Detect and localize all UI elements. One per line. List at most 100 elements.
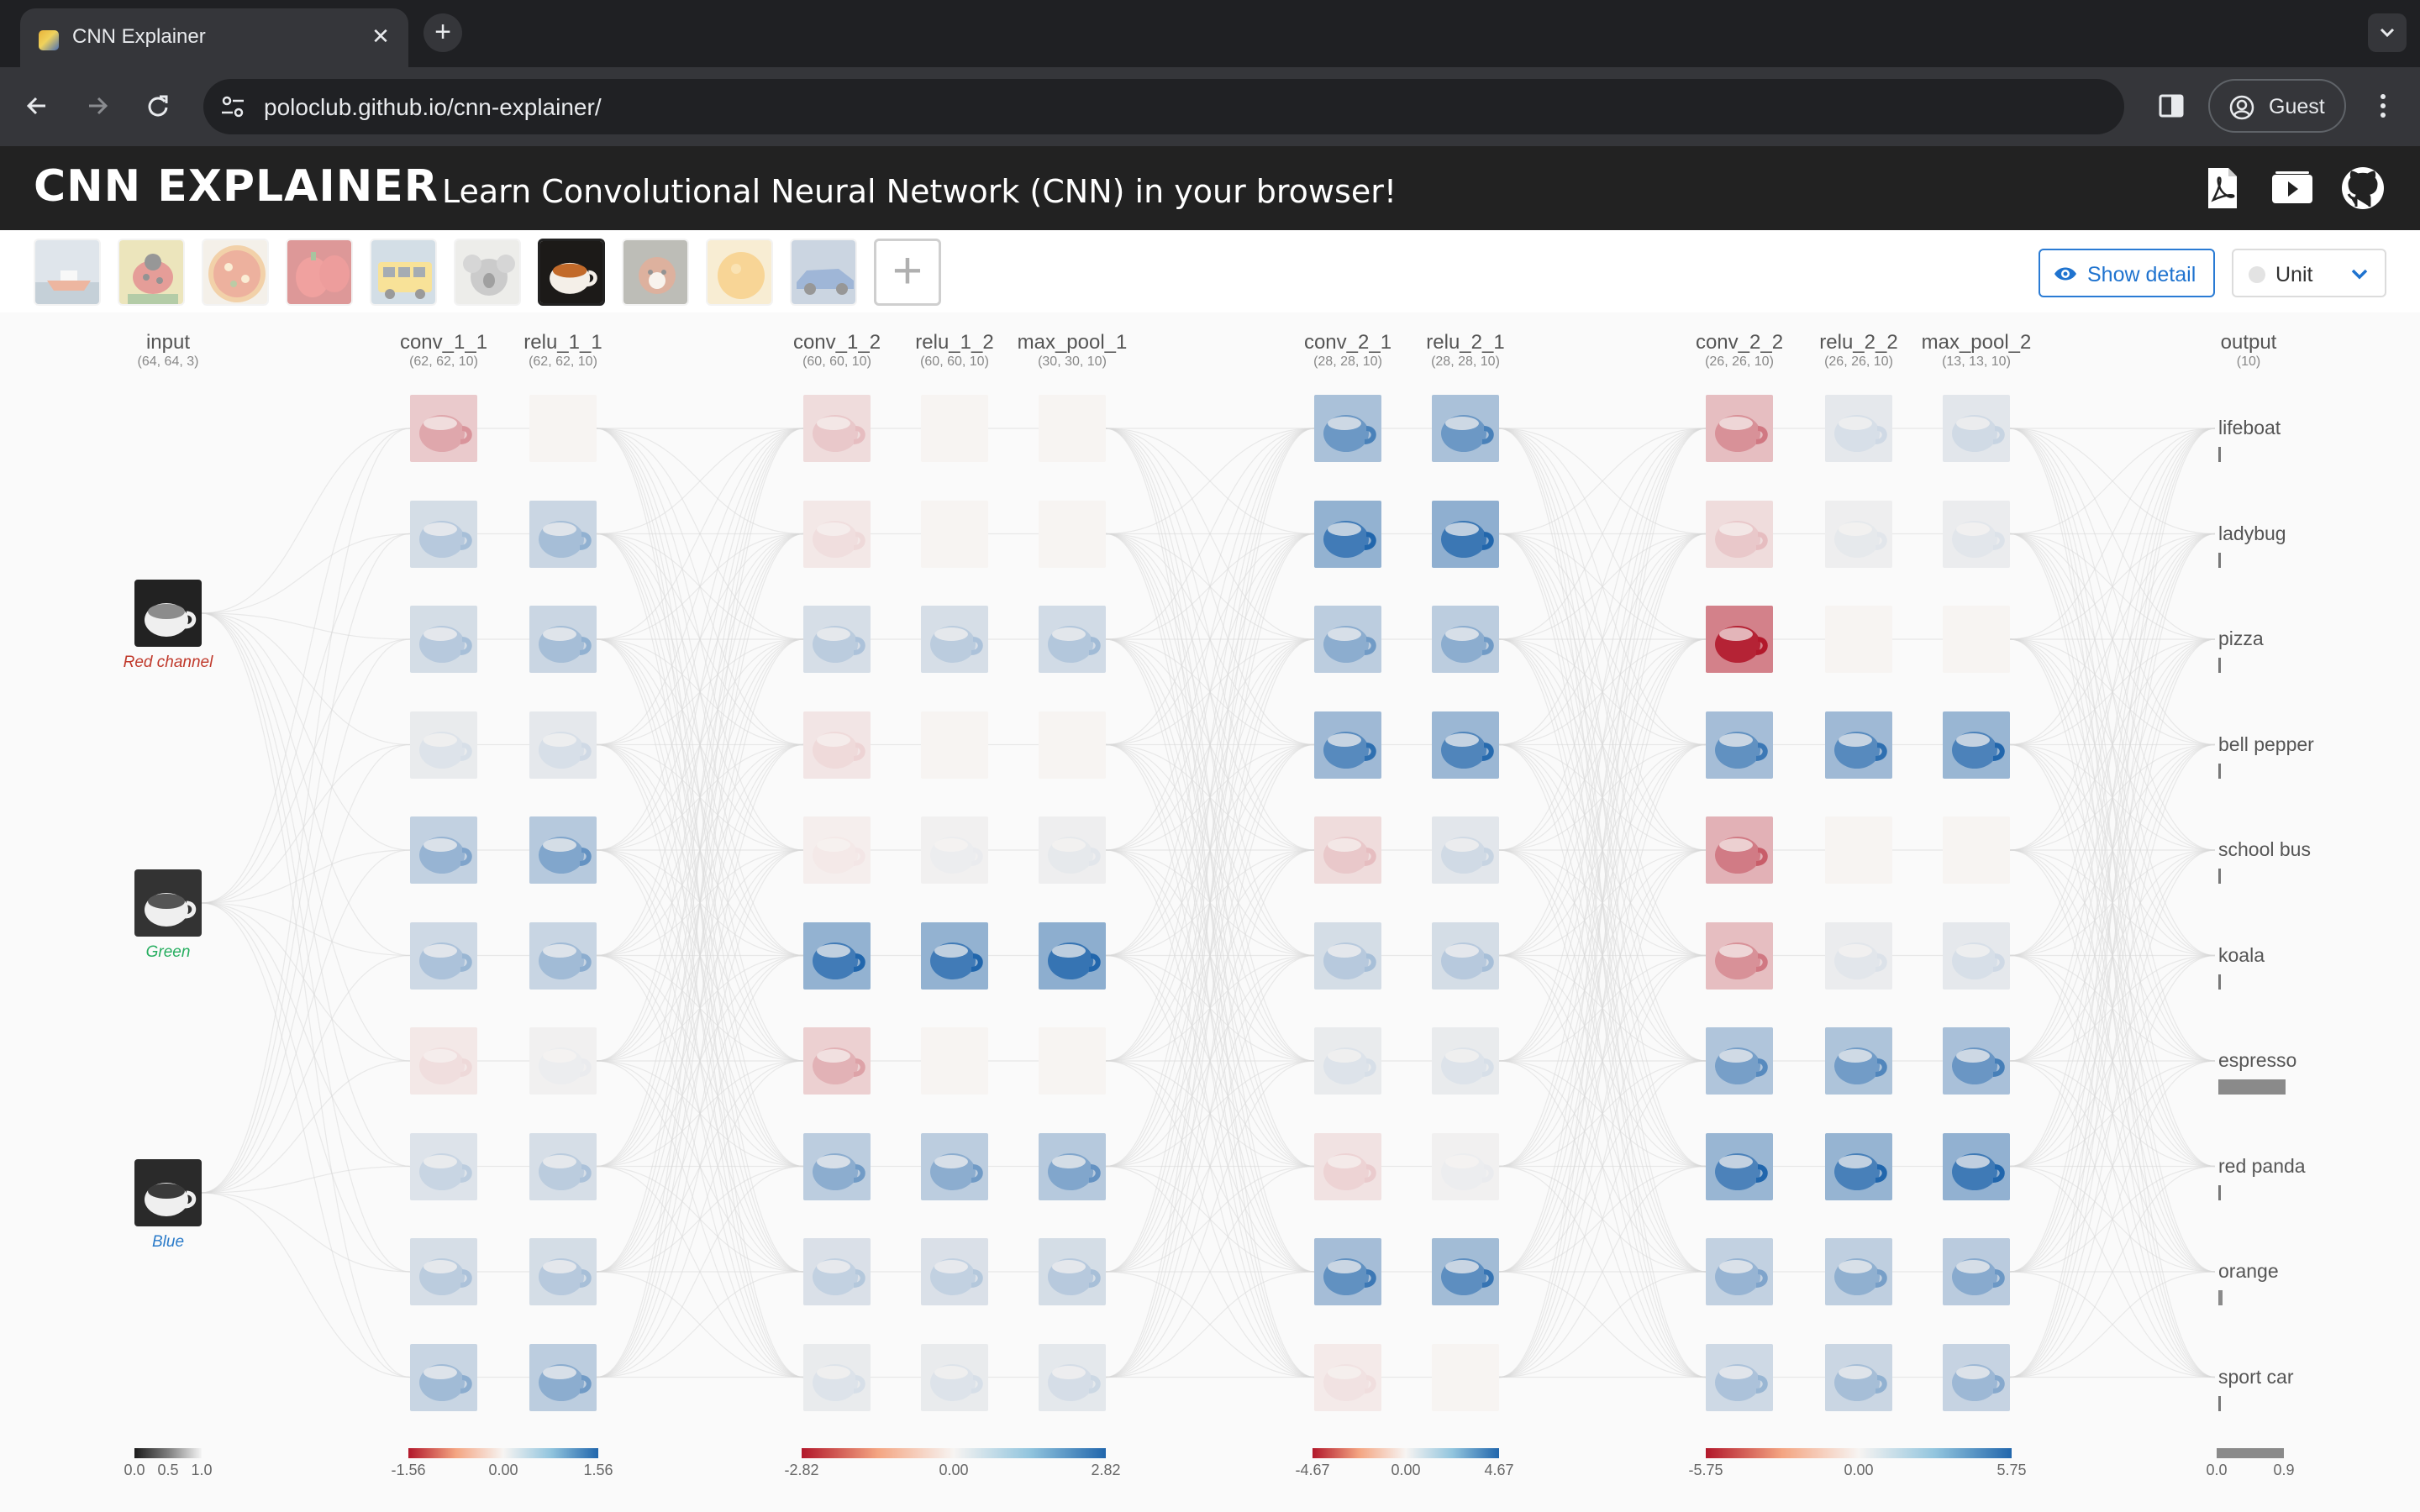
feature-map-node[interactable] [1706, 606, 1773, 673]
feature-map-node[interactable] [529, 1132, 597, 1200]
feature-map-node[interactable] [1943, 500, 2010, 568]
layer-title[interactable]: input [84, 331, 252, 354]
feature-map-node[interactable] [410, 921, 477, 990]
address-bar[interactable]: poloclub.github.io/cnn-explainer/ [203, 79, 2124, 134]
example-image-sport-car[interactable] [790, 239, 857, 306]
feature-map-node[interactable] [1706, 1343, 1773, 1411]
feature-map-node[interactable] [803, 816, 871, 884]
input-channel-node[interactable] [134, 580, 202, 647]
feature-map-node[interactable] [1706, 1132, 1773, 1200]
feature-map-node[interactable] [921, 606, 988, 673]
feature-map-node[interactable] [803, 606, 871, 673]
feature-map-node[interactable] [1432, 921, 1499, 990]
feature-map-node[interactable] [1706, 500, 1773, 568]
feature-map-node[interactable] [921, 816, 988, 884]
feature-map-node[interactable] [410, 816, 477, 884]
feature-map-node[interactable] [410, 1132, 477, 1200]
feature-map-node[interactable] [1039, 921, 1106, 990]
feature-map-node[interactable] [1432, 500, 1499, 568]
feature-map-node[interactable] [1039, 816, 1106, 884]
layer-title[interactable]: max_pool_1 [988, 331, 1156, 354]
feature-map-node[interactable] [1039, 1132, 1106, 1200]
feature-map-node[interactable] [803, 1238, 871, 1305]
profile-button[interactable]: Guest [2208, 79, 2346, 133]
feature-map-node[interactable] [1943, 1132, 2010, 1200]
browser-tab[interactable]: CNN Explainer ✕ [20, 8, 408, 67]
feature-map-node[interactable] [410, 395, 477, 462]
feature-map-node[interactable] [1825, 606, 1892, 673]
output-class-label[interactable]: lifeboat [2218, 417, 2281, 439]
feature-map-node[interactable] [529, 606, 597, 673]
feature-map-node[interactable] [1825, 921, 1892, 990]
feature-map-node[interactable] [1943, 816, 2010, 884]
site-info-icon[interactable] [218, 92, 247, 121]
feature-map-node[interactable] [1432, 395, 1499, 462]
feature-map-node[interactable] [1706, 816, 1773, 884]
unit-select[interactable]: Unit [2232, 249, 2386, 297]
output-class-label[interactable]: pizza [2218, 627, 2264, 650]
feature-map-node[interactable] [1314, 1343, 1381, 1411]
feature-map-node[interactable] [1314, 1132, 1381, 1200]
feature-map-node[interactable] [1825, 500, 1892, 568]
output-class-label[interactable]: koala [2218, 944, 2265, 967]
output-class-label[interactable]: bell pepper [2218, 733, 2314, 756]
new-tab-button[interactable]: + [424, 13, 462, 52]
feature-map-node[interactable] [1943, 711, 2010, 779]
output-class-label[interactable]: school bus [2218, 838, 2311, 861]
feature-map-node[interactable] [1432, 711, 1499, 779]
output-class-label[interactable]: espresso [2218, 1049, 2296, 1072]
feature-map-node[interactable] [1314, 921, 1381, 990]
side-panel-button[interactable] [2151, 86, 2191, 126]
github-icon[interactable] [2339, 165, 2386, 212]
feature-map-node[interactable] [921, 711, 988, 779]
feature-map-node[interactable] [921, 500, 988, 568]
feature-map-node[interactable] [1706, 1238, 1773, 1305]
feature-map-node[interactable] [921, 1238, 988, 1305]
feature-map-node[interactable] [1706, 711, 1773, 779]
feature-map-node[interactable] [529, 921, 597, 990]
input-channel-node[interactable] [134, 1159, 202, 1226]
show-detail-button[interactable]: Show detail [2039, 249, 2215, 297]
feature-map-node[interactable] [529, 711, 597, 779]
forward-button[interactable] [77, 86, 118, 126]
tab-search-button[interactable] [2368, 13, 2407, 52]
output-class-label[interactable]: orange [2218, 1260, 2279, 1283]
feature-map-node[interactable] [529, 816, 597, 884]
layer-title[interactable]: output [2165, 331, 2333, 354]
feature-map-node[interactable] [1039, 395, 1106, 462]
feature-map-node[interactable] [1432, 816, 1499, 884]
example-image-bell-pepper[interactable] [286, 239, 353, 306]
feature-map-node[interactable] [529, 1238, 597, 1305]
feature-map-node[interactable] [1943, 1027, 2010, 1095]
feature-map-node[interactable] [1432, 1343, 1499, 1411]
feature-map-node[interactable] [529, 1027, 597, 1095]
layer-title[interactable]: relu_2_1 [1381, 331, 1549, 354]
feature-map-node[interactable] [803, 500, 871, 568]
feature-map-node[interactable] [1825, 711, 1892, 779]
feature-map-node[interactable] [803, 395, 871, 462]
feature-map-node[interactable] [1432, 1027, 1499, 1095]
feature-map-node[interactable] [921, 1132, 988, 1200]
feature-map-node[interactable] [803, 711, 871, 779]
feature-map-node[interactable] [1825, 1027, 1892, 1095]
example-image-ladybug[interactable] [118, 239, 185, 306]
feature-map-node[interactable] [1039, 500, 1106, 568]
feature-map-node[interactable] [1314, 1238, 1381, 1305]
feature-map-node[interactable] [803, 921, 871, 990]
feature-map-node[interactable] [803, 1132, 871, 1200]
feature-map-node[interactable] [1825, 1238, 1892, 1305]
example-image-orange[interactable] [706, 239, 773, 306]
feature-map-node[interactable] [529, 395, 597, 462]
output-class-label[interactable]: sport car [2218, 1366, 2293, 1389]
reload-button[interactable] [138, 86, 178, 126]
feature-map-node[interactable] [1825, 1343, 1892, 1411]
layer-title[interactable]: relu_1_1 [479, 331, 647, 354]
feature-map-node[interactable] [410, 500, 477, 568]
feature-map-node[interactable] [1432, 1132, 1499, 1200]
feature-map-node[interactable] [1943, 1343, 2010, 1411]
video-icon[interactable] [2269, 165, 2316, 212]
feature-map-node[interactable] [1314, 606, 1381, 673]
back-button[interactable] [17, 86, 57, 126]
close-tab-button[interactable]: ✕ [368, 24, 393, 49]
feature-map-node[interactable] [1943, 606, 2010, 673]
